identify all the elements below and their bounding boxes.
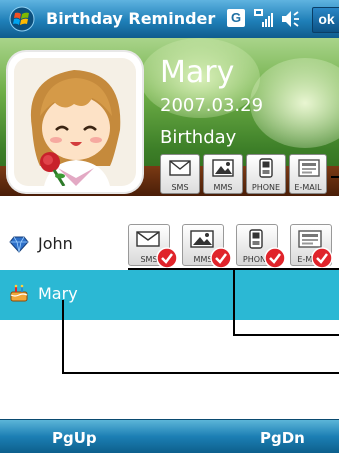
windows-start-icon[interactable] (8, 6, 36, 32)
volume-icon[interactable] (280, 8, 304, 30)
checkmark-icon (311, 247, 333, 269)
phone-button-label: PHONE (251, 183, 281, 192)
softkey-bar: PgUp PgDn (0, 419, 339, 453)
checkmark-icon (156, 247, 178, 269)
john-phone-button[interactable]: PHONE (236, 224, 286, 269)
heart-gem-icon (9, 236, 29, 253)
title-bar: Birthday Reminder G ok (0, 0, 339, 39)
pgup-softkey[interactable]: PgUp (52, 429, 97, 447)
sms-button-label: SMS (171, 183, 189, 192)
event-type: Birthday (160, 127, 237, 148)
callout-line (331, 176, 339, 178)
callout-line (233, 268, 235, 336)
cake-icon (10, 284, 28, 302)
mms-button[interactable]: MMS (203, 154, 243, 194)
sms-button[interactable]: SMS (160, 154, 200, 194)
john-sms-button[interactable]: SMS (128, 224, 178, 269)
ok-button[interactable]: ok (312, 7, 339, 33)
contact-name: Mary (160, 55, 235, 90)
checkmark-icon (210, 247, 232, 269)
envelope-icon (136, 231, 160, 247)
list-item-name: John (38, 234, 73, 253)
callout-line (62, 300, 64, 374)
john-mms-button[interactable]: MMS (182, 224, 232, 269)
email-icon (298, 159, 320, 177)
avatar-frame (8, 52, 142, 192)
birthday-date: 2007.03.29 (160, 95, 264, 116)
signal-strength-icon[interactable] (253, 7, 275, 29)
picture-icon (190, 230, 214, 248)
email-icon (298, 230, 322, 248)
email-button-label: E-MAIL (294, 183, 322, 192)
phone-button[interactable]: PHONE (246, 154, 286, 194)
checkmark-icon (264, 247, 286, 269)
avatar (14, 58, 136, 186)
background-bokeh (250, 58, 339, 148)
email-button[interactable]: E-MAIL (289, 154, 327, 194)
pgdn-softkey[interactable]: PgDn (260, 429, 305, 447)
list-item-name: Mary (38, 284, 78, 303)
john-email-button[interactable]: E-MAIL (290, 224, 333, 269)
mms-button-label: MMS (213, 183, 233, 192)
envelope-icon (169, 160, 191, 176)
callout-line (62, 372, 339, 374)
phone-icon (249, 229, 263, 249)
gprs-indicator-icon[interactable]: G (227, 9, 245, 27)
callout-line (233, 334, 339, 336)
phone-icon (259, 158, 273, 178)
list-item-selected[interactable]: Mary (0, 270, 339, 320)
contact-header: Mary 2007.03.29 Birthday SMS MMS PHONE E… (0, 38, 339, 196)
app-title: Birthday Reminder (46, 9, 216, 28)
picture-icon (212, 159, 234, 177)
